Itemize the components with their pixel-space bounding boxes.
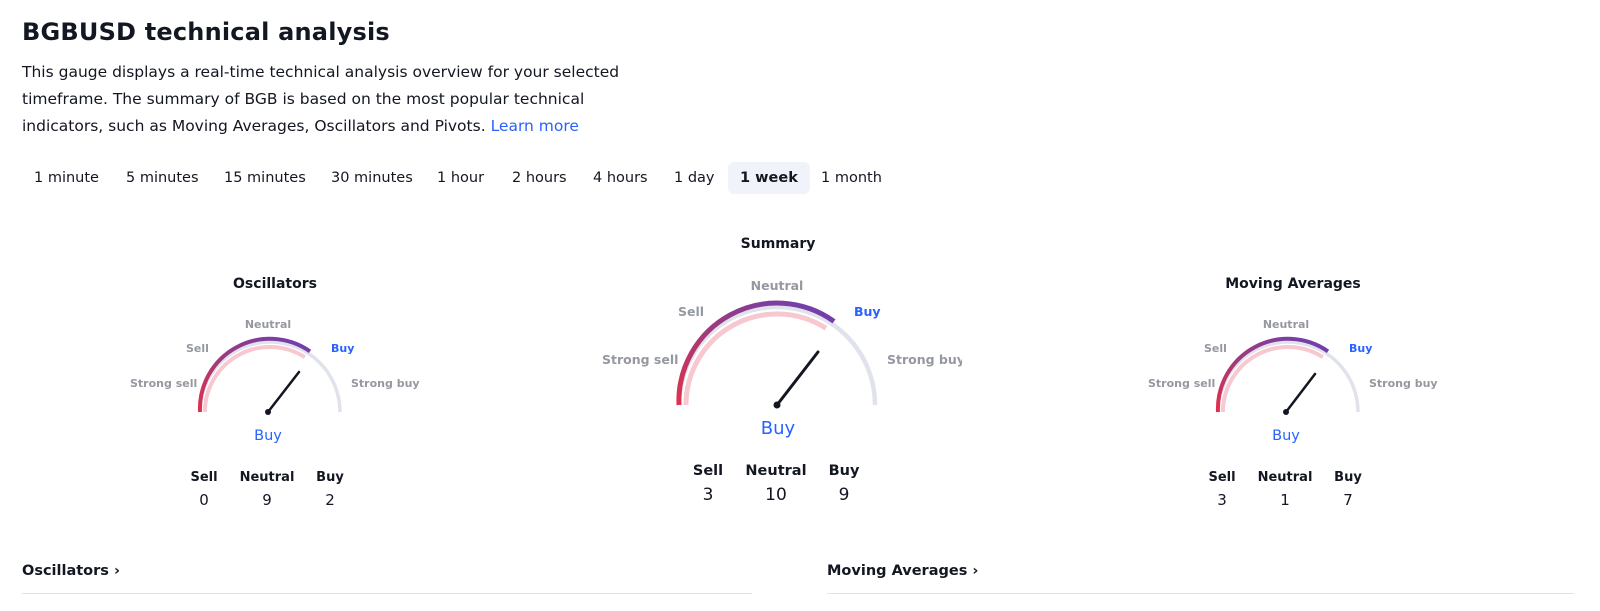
summary-gauge: Summary Strong sell Sell Neutral Buy Str… [598, 232, 962, 517]
summary-count-buy-label: Buy [828, 463, 860, 479]
summary-strong-buy-label: Strong buy [887, 352, 962, 367]
oscillators-count-neutral-value: 9 [262, 491, 272, 509]
summary-count-neutral: Neutral 10 [731, 463, 821, 505]
oscillators-buy-label: Buy [331, 342, 354, 355]
oscillators-count-buy-label: Buy [316, 470, 344, 485]
oscillators-count-neutral-label: Neutral [239, 470, 295, 485]
summary-needle-pivot [773, 401, 781, 409]
tab-1-week[interactable]: 1 week [728, 162, 810, 194]
tab-5-minutes[interactable]: 5 minutes [114, 162, 211, 194]
page-title: BGBUSD technical analysis [22, 18, 390, 46]
moving-averages-arc-inner [1220, 345, 1324, 413]
moving-averages-sell-label: Sell [1204, 342, 1227, 355]
moving-averages-count-neutral-value: 1 [1280, 491, 1290, 509]
moving-averages-arc-track [1216, 340, 1360, 413]
oscillators-count-sell: Sell 0 [184, 470, 224, 509]
summary-count-sell: Sell 3 [685, 463, 731, 505]
summary-needle [775, 350, 820, 407]
oscillators-count-neutral: Neutral 9 [224, 470, 310, 509]
summary-count-neutral-label: Neutral [745, 463, 807, 479]
summary-strong-sell-label: Strong sell [602, 352, 678, 367]
moving-averages-count-neutral-label: Neutral [1257, 470, 1313, 485]
summary-buy-label: Buy [854, 304, 881, 319]
summary-verdict: Buy [760, 418, 796, 439]
tab-1-day[interactable]: 1 day [662, 162, 727, 194]
description: This gauge displays a real-time technica… [22, 59, 642, 140]
oscillators-needle-pivot [265, 409, 271, 415]
summary-title: Summary [740, 236, 816, 252]
learn-more-link[interactable]: Learn more [491, 117, 579, 135]
oscillators-verdict: Buy [254, 428, 282, 444]
moving-averages-needle [1284, 372, 1317, 414]
oscillators-sell-label: Sell [186, 342, 209, 355]
moving-averages-count-sell-label: Sell [1208, 470, 1236, 485]
tab-15-minutes[interactable]: 15 minutes [212, 162, 318, 194]
oscillators-count-sell-value: 0 [199, 491, 209, 509]
oscillators-count-buy: Buy 2 [310, 470, 350, 509]
tab-1-month[interactable]: 1 month [809, 162, 894, 194]
tab-4-hours[interactable]: 4 hours [581, 162, 660, 194]
summary-arc-track [676, 304, 878, 406]
tab-30-minutes[interactable]: 30 minutes [319, 162, 425, 194]
moving-averages-counts: Sell 3 Neutral 1 Buy 7 [1202, 470, 1368, 509]
moving-averages-strong-buy-label: Strong buy [1369, 377, 1438, 390]
moving-averages-neutral-label: Neutral [1263, 318, 1309, 331]
oscillators-section-link[interactable]: Oscillators › [22, 563, 120, 579]
moving-averages-count-neutral: Neutral 1 [1242, 470, 1328, 509]
oscillators-title: Oscillators [233, 276, 317, 292]
summary-counts: Sell 3 Neutral 10 Buy 9 [685, 463, 867, 505]
oscillators-strong-sell-label: Strong sell [130, 377, 197, 390]
summary-neutral-label: Neutral [751, 278, 804, 293]
oscillators-strong-buy-label: Strong buy [351, 377, 420, 390]
summary-count-sell-label: Sell [692, 463, 724, 479]
oscillators-neutral-label: Neutral [245, 318, 291, 331]
summary-count-neutral-value: 10 [765, 485, 787, 505]
summary-count-sell-value: 3 [702, 485, 714, 505]
moving-averages-title: Moving Averages [1225, 276, 1361, 292]
moving-averages-verdict: Buy [1272, 428, 1300, 444]
oscillators-counts: Sell 0 Neutral 9 Buy 2 [184, 470, 350, 509]
moving-averages-count-buy: Buy 7 [1328, 470, 1368, 509]
moving-averages-count-sell-value: 3 [1217, 491, 1227, 509]
tab-1-minute[interactable]: 1 minute [22, 162, 111, 194]
moving-averages-count-sell: Sell 3 [1202, 470, 1242, 509]
summary-arc-inner [683, 311, 828, 406]
moving-averages-strong-sell-label: Strong sell [1148, 377, 1215, 390]
moving-averages-count-buy-label: Buy [1334, 470, 1362, 485]
moving-averages-section-link[interactable]: Moving Averages › [827, 563, 978, 579]
oscillators-arc-track [198, 340, 342, 413]
tab-1-hour[interactable]: 1 hour [425, 162, 496, 194]
moving-averages-needle-pivot [1283, 409, 1289, 415]
oscillators-arc-inner [202, 345, 306, 413]
summary-sell-label: Sell [678, 304, 704, 319]
moving-averages-gauge: Moving Averages Strong sell Sell Neutral… [1143, 270, 1443, 515]
moving-averages-count-buy-value: 7 [1343, 491, 1353, 509]
oscillators-count-buy-value: 2 [325, 491, 335, 509]
moving-averages-buy-label: Buy [1349, 342, 1372, 355]
oscillators-divider [22, 593, 752, 594]
oscillators-gauge: Oscillators Strong sell Sell Neutral Buy… [125, 270, 425, 515]
oscillators-count-sell-label: Sell [190, 470, 218, 485]
oscillators-needle [266, 370, 301, 414]
summary-count-buy-value: 9 [838, 485, 850, 505]
summary-count-buy: Buy 9 [821, 463, 867, 505]
moving-averages-divider [827, 593, 1574, 594]
tab-2-hours[interactable]: 2 hours [500, 162, 579, 194]
